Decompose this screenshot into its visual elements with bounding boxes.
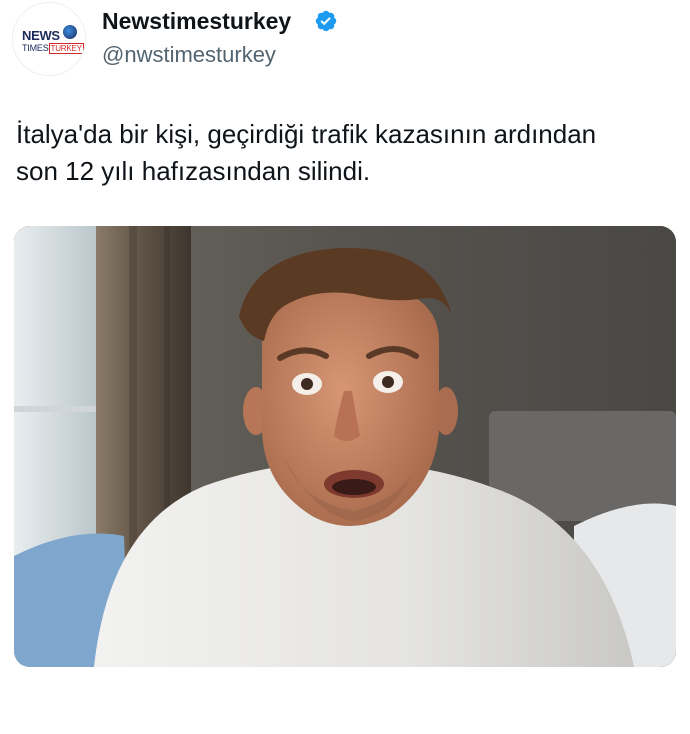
tweet-photo[interactable]	[14, 226, 676, 667]
avatar[interactable]: NEWS TIMES TURKEY	[12, 2, 86, 76]
photo-illustration	[14, 226, 676, 667]
tweet-text-line-2: son 12 yılı hafızasından silindi.	[16, 156, 371, 186]
tweet-text: İtalya'da bir kişi, geçirdiği trafik kaz…	[16, 116, 676, 190]
author-handle[interactable]: @nwstimesturkey	[102, 42, 276, 68]
globe-icon	[63, 25, 77, 39]
verified-badge-icon	[315, 10, 337, 32]
tweet-text-line-1: İtalya'da bir kişi, geçirdiği trafik kaz…	[16, 119, 597, 149]
avatar-logo-times: TIMES TURKEY	[22, 43, 84, 54]
author-display-name[interactable]: Newstimesturkey	[102, 8, 291, 35]
avatar-logo-news: NEWS	[22, 28, 60, 43]
